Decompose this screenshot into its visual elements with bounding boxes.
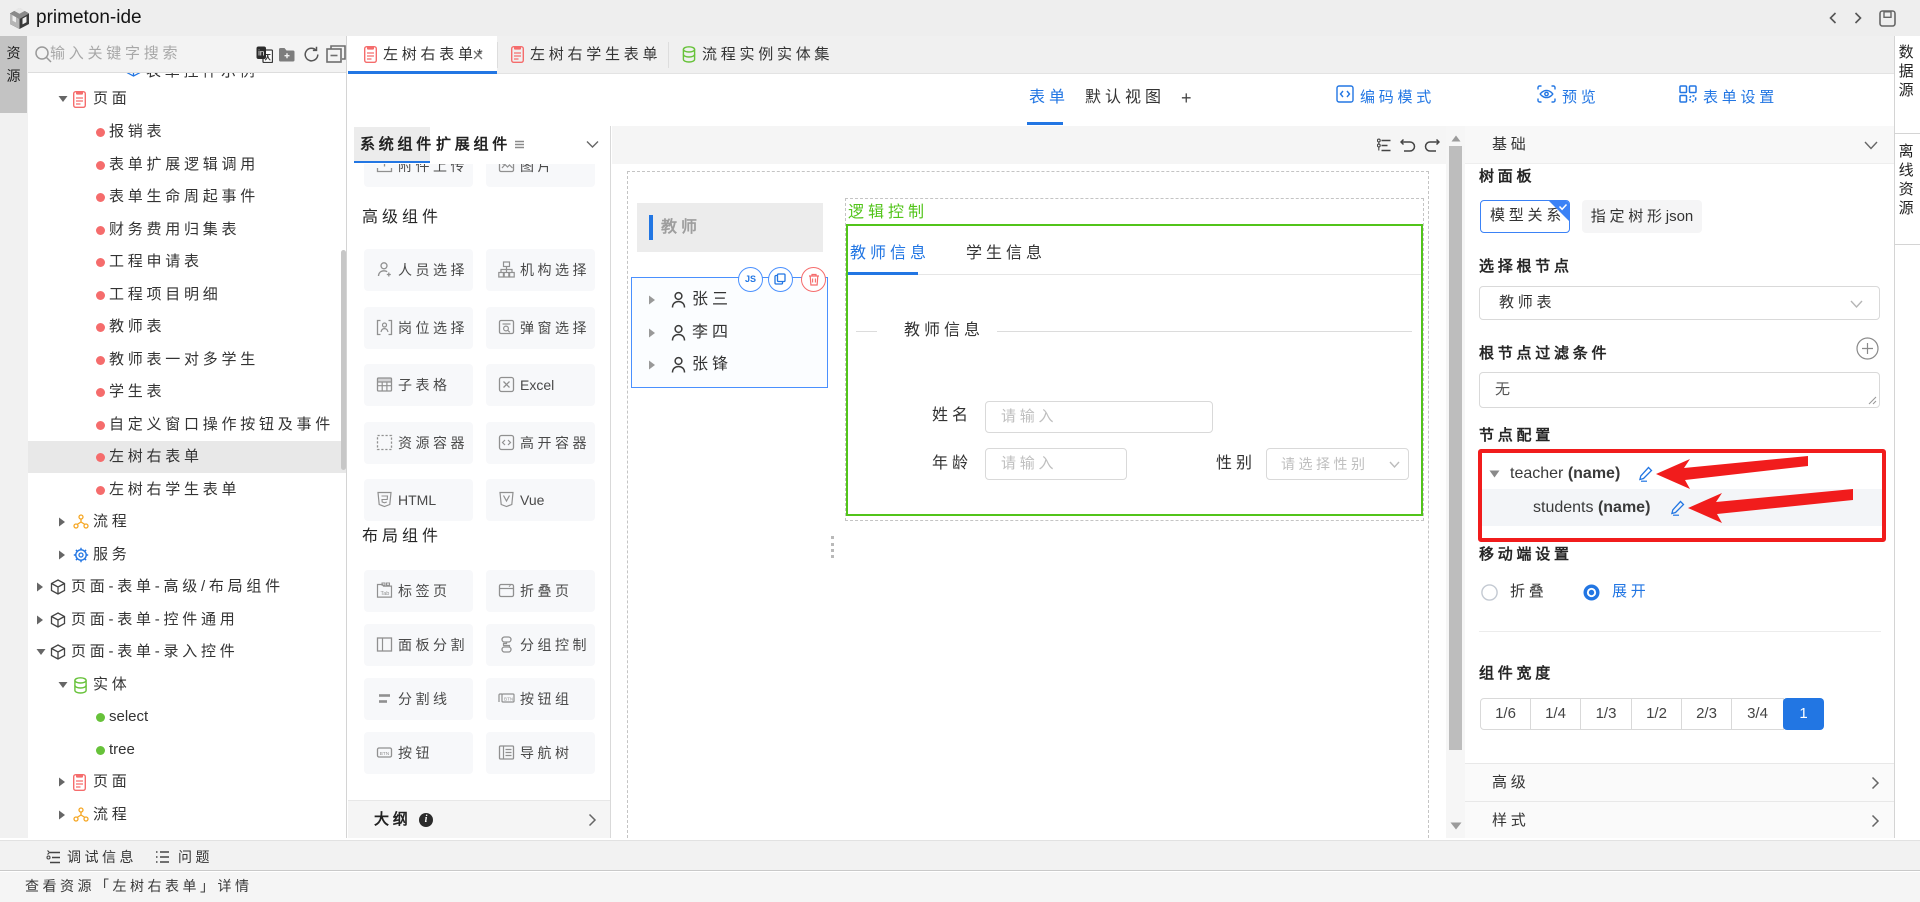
svg-text:BTN: BTN	[504, 696, 513, 701]
svg-text:Tab: Tab	[381, 591, 390, 597]
svg-text:in: in	[258, 49, 264, 58]
svg-text:BTN: BTN	[380, 751, 390, 757]
